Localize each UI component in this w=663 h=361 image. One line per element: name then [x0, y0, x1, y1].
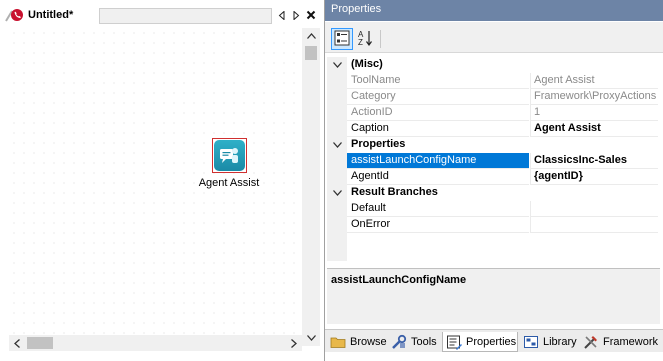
close-tab-icon[interactable] — [304, 7, 318, 23]
categorized-view-button[interactable] — [331, 28, 353, 50]
property-row-assistlaunchconfigname[interactable]: assistLaunchConfigName ClassicsInc-Sales — [327, 153, 658, 169]
scroll-down-icon[interactable] — [302, 330, 320, 346]
tab-tools[interactable]: Tools — [388, 332, 440, 352]
tab-label: Properties — [466, 335, 517, 348]
alphabetical-view-button[interactable]: A Z — [354, 28, 376, 50]
property-value-input[interactable]: Agent Assist — [530, 121, 658, 137]
design-canvas[interactable]: Agent Assist — [9, 28, 302, 346]
agent-assist-icon — [213, 140, 245, 171]
properties-icon — [446, 334, 462, 350]
category-label: Result Branches — [351, 186, 438, 198]
scroll-tabs-right-icon[interactable] — [289, 7, 303, 23]
properties-toolbar: A Z — [325, 22, 663, 53]
property-row-actionid[interactable]: ActionID 1 — [327, 105, 658, 121]
scroll-up-icon[interactable] — [302, 28, 320, 44]
horizontal-scroll-thumb[interactable] — [27, 337, 53, 349]
property-value: Agent Assist — [530, 73, 658, 89]
property-row-agentid[interactable]: AgentId {agentID} — [327, 169, 658, 185]
sort-az-icon: A Z — [357, 29, 373, 50]
category-label: Properties — [351, 138, 406, 150]
tab-browse[interactable]: Browse — [327, 332, 387, 352]
scroll-tabs-left-icon[interactable] — [275, 7, 289, 23]
document-tab[interactable]: Untitled* — [4, 5, 99, 25]
description-panel: assistLaunchConfigName — [327, 268, 660, 324]
category-row-result-branches[interactable]: Result Branches — [327, 185, 658, 201]
property-row-category[interactable]: Category Framework\ProxyActions — [327, 89, 658, 105]
framework-icon — [583, 334, 599, 350]
tools-icon — [391, 334, 407, 350]
tab-label: Browse — [350, 336, 387, 348]
property-name: Category — [347, 89, 529, 105]
property-name: OnError — [347, 217, 529, 233]
designer-pane: Untitled* Agent Assist — [0, 0, 324, 361]
collapse-chevron-icon[interactable] — [327, 137, 347, 153]
properties-pane: Properties A Z (Misc) ToolName Agent Ass… — [324, 0, 663, 361]
category-row-properties[interactable]: Properties — [327, 137, 658, 153]
tab-library[interactable]: Library — [520, 332, 578, 352]
document-tabstrip: Untitled* — [0, 0, 324, 27]
svg-text:Z: Z — [358, 38, 363, 47]
node-caption: Agent Assist — [198, 177, 260, 189]
property-name: assistLaunchConfigName — [347, 153, 529, 169]
property-name: ToolName — [347, 73, 529, 89]
tab-label: Tools — [411, 336, 437, 348]
agent-assist-node[interactable]: Agent Assist — [189, 138, 269, 218]
bottom-tabstrip: Browse Tools Properties Library Framewor… — [325, 329, 663, 352]
property-row-caption[interactable]: Caption Agent Assist — [327, 121, 658, 137]
vertical-scroll-thumb[interactable] — [305, 46, 317, 60]
collapse-chevron-icon[interactable] — [327, 57, 347, 73]
property-row-toolname[interactable]: ToolName Agent Assist — [327, 73, 658, 89]
property-name: ActionID — [347, 105, 529, 121]
property-value-input[interactable] — [530, 201, 658, 217]
property-name: Default — [347, 201, 529, 217]
tabstrip-filler — [99, 8, 272, 24]
property-name: Caption — [347, 121, 529, 137]
scroll-left-icon[interactable] — [9, 335, 25, 351]
document-tab-title: Untitled* — [28, 9, 74, 21]
library-icon — [523, 334, 539, 350]
category-row-misc[interactable]: (Misc) — [327, 57, 658, 73]
tab-framework[interactable]: Framework — [580, 332, 658, 352]
scroll-right-icon[interactable] — [286, 335, 302, 351]
phone-script-icon — [4, 5, 26, 25]
collapse-chevron-icon[interactable] — [327, 185, 347, 201]
description-title: assistLaunchConfigName — [331, 274, 467, 286]
category-label: (Misc) — [351, 58, 383, 70]
tab-properties[interactable]: Properties — [442, 332, 518, 352]
properties-panel-title: Properties — [325, 0, 663, 21]
property-value-input[interactable] — [530, 217, 658, 233]
property-name: AgentId — [347, 169, 529, 185]
tab-label: Library — [543, 336, 577, 348]
node-selection-frame — [211, 138, 247, 173]
property-value-input[interactable]: ClassicsInc-Sales — [530, 153, 658, 169]
property-grid: (Misc) ToolName Agent Assist Category Fr… — [327, 57, 658, 261]
property-value-input[interactable]: {agentID} — [530, 169, 658, 185]
property-row-default[interactable]: Default — [327, 201, 658, 217]
toolbar-separator — [380, 30, 381, 48]
horizontal-scrollbar[interactable] — [9, 335, 302, 351]
property-row-onerror[interactable]: OnError — [327, 217, 658, 233]
property-value: Framework\ProxyActions — [530, 89, 658, 105]
tab-label: Framework — [603, 336, 659, 348]
folder-icon — [330, 334, 346, 350]
property-value: 1 — [530, 105, 658, 121]
vertical-scrollbar[interactable] — [302, 28, 320, 346]
categorized-icon — [334, 30, 350, 49]
